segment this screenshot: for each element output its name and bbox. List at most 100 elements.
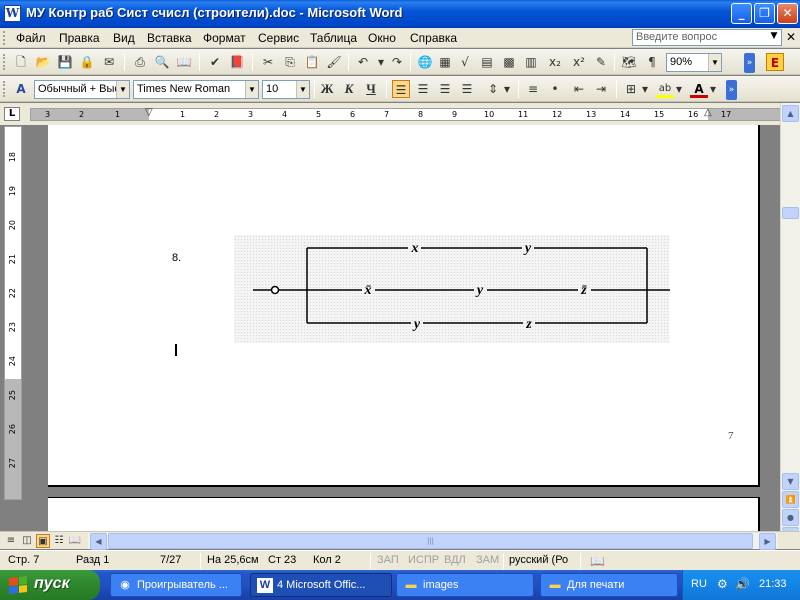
numbering-icon[interactable]: ≡ [524, 80, 542, 98]
task-print-folder[interactable]: ▬ Для печати [540, 573, 678, 597]
document-map-icon[interactable]: 🗺 [620, 53, 638, 71]
scroll-up-icon[interactable]: ▲ [782, 105, 799, 122]
bullets-icon[interactable]: • [546, 80, 564, 98]
toolbar-options-icon[interactable]: » [744, 53, 755, 73]
tab-selector-icon[interactable]: L [4, 107, 20, 121]
status-track-changes[interactable]: ИСПР [408, 554, 439, 566]
size-dropdown-icon[interactable]: ▼ [296, 81, 309, 98]
underline-button[interactable]: Ч [362, 80, 380, 98]
status-record[interactable]: ЗАП [377, 554, 399, 566]
status-line[interactable]: Ст 23 [268, 554, 296, 566]
menu-file[interactable]: Файл [16, 31, 46, 45]
right-indent-marker-icon[interactable]: △ [704, 107, 712, 118]
close-button[interactable]: ✕ [777, 3, 798, 24]
print-layout-view-icon[interactable]: ▣ [36, 534, 50, 548]
decrease-indent-icon[interactable]: ⇤ [570, 80, 588, 98]
scroll-right-icon[interactable]: ▶ [759, 533, 776, 550]
menu-tools[interactable]: Сервис [258, 31, 299, 45]
font-size-select[interactable]: 10 ▼ [262, 80, 310, 99]
status-page[interactable]: Стр. 7 [8, 554, 39, 566]
cut-icon[interactable]: ✂ [259, 53, 277, 71]
help-dropdown-arrow-icon[interactable]: ▼ [768, 31, 780, 44]
email-icon[interactable]: ✉ [100, 53, 118, 71]
permission-icon[interactable]: 🔒 [78, 53, 96, 71]
circuit-diagram[interactable]: x y x̄ y z̄ y z [234, 235, 670, 343]
previous-page-icon[interactable]: ⏫ [782, 491, 799, 508]
zoom-dropdown-icon[interactable]: ▼ [708, 54, 721, 71]
horizontal-ruler[interactable]: 3 2 1 1 2 3 4 5 6 7 8 9 10 11 12 13 14 1… [30, 107, 782, 121]
minimize-button[interactable]: _ [731, 3, 752, 24]
normal-view-icon[interactable]: ≡ [4, 534, 18, 548]
highlight-button[interactable]: ab [656, 80, 674, 98]
font-color-button[interactable]: A [690, 80, 708, 98]
document-close-icon[interactable]: ✕ [786, 30, 798, 44]
status-pages[interactable]: 7/27 [160, 554, 181, 566]
vertical-ruler[interactable]: 18 19 20 21 22 23 24 25 26 27 [4, 126, 22, 500]
borders-dropdown-icon[interactable]: ▾ [640, 80, 650, 98]
translate-icon[interactable]: E [766, 53, 784, 71]
outline-view-icon[interactable]: ☷ [52, 534, 66, 548]
insert-table-icon[interactable]: ▤ [478, 53, 496, 71]
menu-view[interactable]: Вид [113, 31, 135, 45]
menu-edit[interactable]: Правка [59, 31, 100, 45]
status-language[interactable]: русский (Ро [509, 554, 568, 566]
maximize-button[interactable]: ❐ [754, 3, 775, 24]
paste-icon[interactable]: 📋 [303, 53, 321, 71]
scroll-left-icon[interactable]: ◀ [90, 533, 107, 550]
spelling-status-icon[interactable]: 📖 [590, 554, 605, 568]
drawing-icon[interactable]: ✎ [592, 53, 610, 71]
redo-icon[interactable]: ↷ [388, 53, 406, 71]
zoom-select[interactable]: 90% ▼ [666, 53, 722, 72]
print-preview-icon[interactable]: 🔍 [153, 53, 171, 71]
status-column[interactable]: Кол 2 [313, 554, 341, 566]
font-select[interactable]: Times New Roman ▼ [133, 80, 259, 99]
vertical-scrollbar[interactable]: ▲ ▼ ⏫ ● [780, 103, 800, 531]
status-section[interactable]: Разд 1 [76, 554, 109, 566]
line-spacing-dropdown-icon[interactable]: ▾ [502, 80, 512, 98]
menu-help[interactable]: Справка [410, 31, 457, 45]
font-dropdown-icon[interactable]: ▼ [245, 81, 258, 98]
open-folder-icon[interactable]: 📂 [34, 53, 52, 71]
task-images-folder[interactable]: ▬ images [396, 573, 534, 597]
hyperlink-icon[interactable]: 🌐 [416, 53, 434, 71]
document-workspace[interactable]: 8. x y x̄ y z̄ y z 7 [24, 125, 780, 531]
new-document-icon[interactable]: 🗋 [12, 53, 30, 71]
horizontal-scrollbar[interactable]: ◀ ||| ▶ [88, 533, 778, 550]
next-page[interactable] [48, 497, 760, 531]
justify-icon[interactable]: ☰ [458, 80, 476, 98]
research-book-icon[interactable]: 📕 [228, 53, 246, 71]
network-icon[interactable]: ⚙ [717, 577, 728, 591]
tables-borders-icon[interactable]: ▦ [436, 53, 454, 71]
toolbar-options-icon[interactable]: » [726, 80, 737, 100]
font-color-dropdown-icon[interactable]: ▾ [708, 80, 718, 98]
save-icon[interactable]: 💾 [56, 53, 74, 71]
task-media-player[interactable]: ◉ Проигрыватель ... [110, 573, 242, 597]
status-at[interactable]: На 25,6см [207, 554, 259, 566]
menu-table[interactable]: Таблица [310, 31, 357, 45]
insert-excel-icon[interactable]: ▩ [500, 53, 518, 71]
menu-window[interactable]: Окно [368, 31, 396, 45]
bold-button[interactable]: Ж [318, 80, 336, 98]
select-browse-object-icon[interactable]: ● [782, 509, 799, 526]
print-icon[interactable]: ⎙ [131, 53, 149, 71]
superscript-icon[interactable]: x² [570, 53, 588, 71]
language-indicator[interactable]: RU [691, 578, 707, 590]
horizontal-scroll-thumb[interactable]: ||| [108, 533, 753, 549]
reading-view-icon[interactable]: 📖 [68, 534, 82, 548]
task-word[interactable]: W4 Microsoft Offic... [250, 573, 392, 597]
undo-icon[interactable]: ↶ [354, 53, 372, 71]
show-hide-icon[interactable]: ¶ [643, 53, 661, 71]
style-dropdown-icon[interactable]: ▼ [116, 81, 129, 98]
spelling-icon[interactable]: ✔ [206, 53, 224, 71]
volume-icon[interactable]: 🔊 [735, 577, 750, 591]
document-page[interactable]: 8. x y x̄ y z̄ y z 7 [48, 125, 760, 487]
copy-icon[interactable]: ⎘ [281, 53, 299, 71]
web-view-icon[interactable]: ◫ [20, 534, 34, 548]
scroll-down-icon[interactable]: ▼ [782, 473, 799, 490]
menu-insert[interactable]: Вставка [147, 31, 192, 45]
clock[interactable]: 21:33 [759, 578, 787, 590]
italic-button[interactable]: К [340, 80, 358, 98]
start-button[interactable]: пуск [0, 570, 100, 600]
status-overtype[interactable]: ЗАМ [476, 554, 499, 566]
style-select[interactable]: Обычный + Выс ▼ [34, 80, 130, 99]
